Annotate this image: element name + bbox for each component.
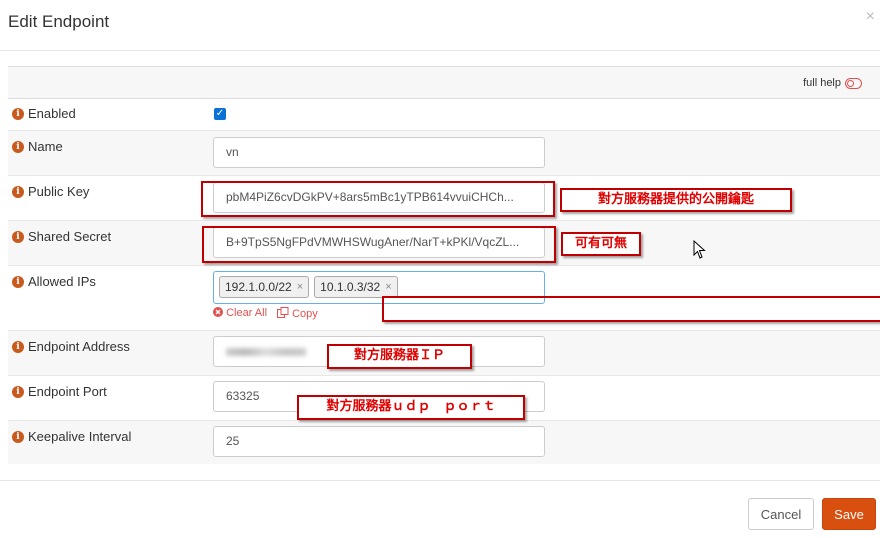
save-button[interactable]: Save (822, 498, 876, 530)
shared-secret-annotation: 可有可無 (561, 232, 641, 256)
public-key-label-text: Public Key (28, 184, 90, 199)
ip-tag: 192.1.0.0/22 × (219, 276, 310, 298)
ip-tag: 10.1.0.3/32 × (314, 276, 398, 298)
shared-secret-highlight-box (202, 226, 556, 263)
endpoint-port-annotation: 對方服務器ｕｄｐ ｐｏｒｔ (297, 395, 525, 420)
keepalive-interval-input[interactable]: 25 (213, 426, 545, 457)
endpoint-address-annotation: 對方服務器ＩＰ (327, 344, 472, 369)
allowed-ips-label: i Allowed IPs (12, 274, 96, 289)
copy-icon (277, 307, 289, 318)
shared-secret-label: i Shared Secret (12, 229, 111, 244)
dialog-footer: Cancel Save (0, 480, 880, 538)
enabled-checkbox[interactable]: ✓ (214, 108, 226, 120)
ip-tag-text: 10.1.0.3/32 (320, 280, 381, 294)
help-row: full help (8, 66, 880, 99)
name-input[interactable]: vn (213, 137, 545, 168)
endpoint-address-label-text: Endpoint Address (28, 339, 130, 354)
copy-label: Copy (292, 308, 318, 320)
allowed-ips-label-text: Allowed IPs (28, 274, 96, 289)
info-icon[interactable]: i (12, 140, 24, 153)
copy-link[interactable]: Copy (277, 307, 318, 320)
clear-all-link[interactable]: Clear All (213, 307, 267, 320)
toggle-icon[interactable] (845, 77, 862, 89)
mouse-cursor-icon (693, 240, 706, 259)
public-key-highlight-box (201, 181, 555, 217)
remove-tag-icon[interactable]: × (385, 276, 391, 298)
endpoint-port-label-text: Endpoint Port (28, 384, 107, 399)
info-icon[interactable]: i (12, 275, 24, 288)
endpoint-port-label: i Endpoint Port (12, 384, 107, 399)
clear-icon (213, 307, 223, 317)
row-enabled: i Enabled ✓ (8, 98, 880, 131)
info-icon[interactable]: i (12, 340, 24, 353)
shared-secret-label-text: Shared Secret (28, 229, 112, 244)
full-help-label: full help (803, 77, 841, 89)
enabled-label: i Enabled (12, 106, 76, 121)
enabled-label-text: Enabled (28, 106, 76, 121)
allowed-ips-actions: Clear All Copy (213, 307, 318, 320)
public-key-label: i Public Key (12, 184, 89, 199)
dialog-header: Edit Endpoint × (0, 0, 880, 51)
name-label: i Name (12, 139, 63, 154)
info-icon[interactable]: i (12, 107, 24, 120)
name-label-text: Name (28, 139, 63, 154)
cancel-button[interactable]: Cancel (748, 498, 814, 530)
redacted-address (226, 347, 306, 356)
close-icon[interactable]: × (866, 8, 875, 26)
ip-tag-text: 192.1.0.0/22 (225, 280, 292, 294)
allowed-ips-highlight-box (382, 296, 880, 322)
info-icon[interactable]: i (12, 385, 24, 398)
keepalive-interval-label-text: Keepalive Interval (28, 429, 132, 444)
remove-tag-icon[interactable]: × (297, 276, 303, 298)
info-icon[interactable]: i (12, 185, 24, 198)
public-key-annotation: 對方服務器提供的公開鑰匙 (560, 188, 792, 212)
full-help-toggle[interactable]: full help (803, 77, 862, 89)
row-name: i Name vn (8, 131, 880, 176)
endpoint-address-label: i Endpoint Address (12, 339, 130, 354)
info-icon[interactable]: i (12, 430, 24, 443)
keepalive-interval-label: i Keepalive Interval (12, 429, 131, 444)
row-keepalive-interval: i Keepalive Interval 25 (8, 421, 880, 464)
info-icon[interactable]: i (12, 230, 24, 243)
clear-all-label: Clear All (226, 307, 268, 319)
dialog-title: Edit Endpoint (8, 12, 110, 31)
